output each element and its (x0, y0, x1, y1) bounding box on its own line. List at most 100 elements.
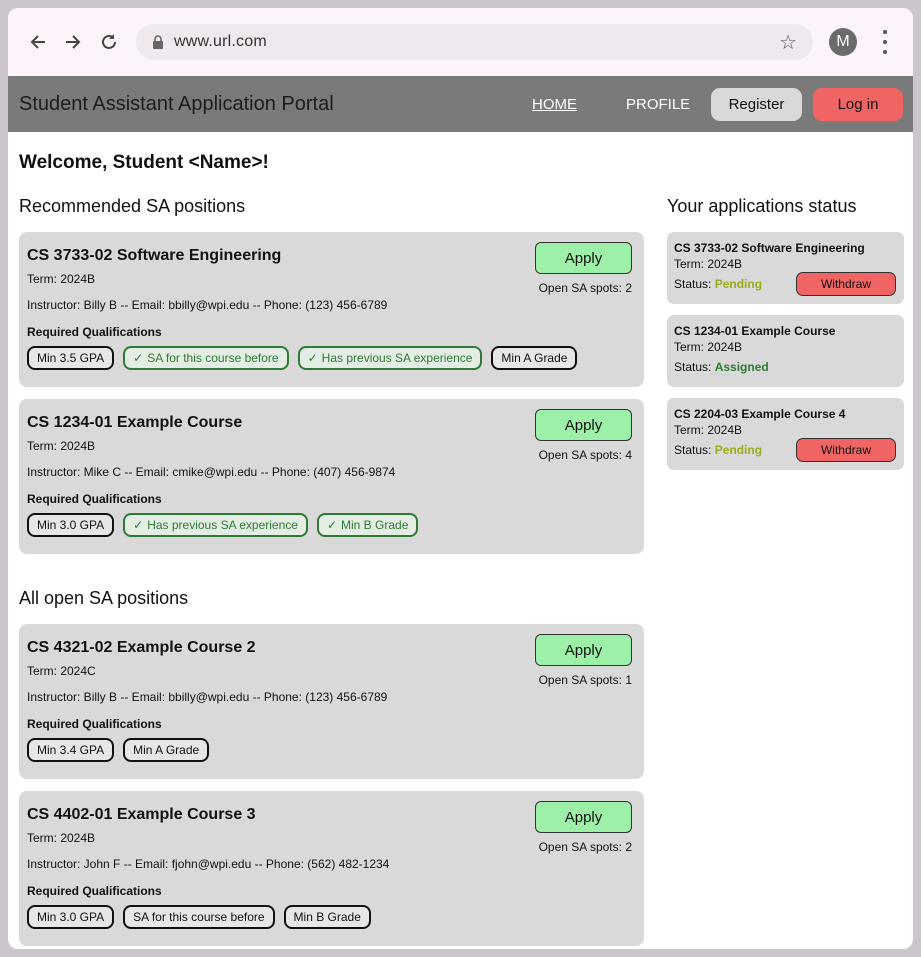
qualification-chip: SA for this course before (123, 905, 275, 929)
checkmark-icon: ✓ (133, 518, 144, 532)
instructor-contact: Instructor: Billy B -- Email: bbilly@wpi… (27, 690, 388, 704)
qualification-chip: Min B Grade (283, 905, 371, 929)
course-title: CS 4321-02 Example Course 2 (27, 639, 256, 656)
register-button[interactable]: Register (711, 88, 802, 121)
reload-icon[interactable] (97, 30, 121, 54)
qualification-text: Min B Grade (341, 518, 409, 532)
status-badge: Assigned (714, 360, 769, 374)
qualification-text: SA for this course before (133, 910, 265, 924)
course-term: Term: 2024B (27, 831, 96, 845)
qualification-text: Min 3.0 GPA (37, 518, 105, 532)
more-menu-icon[interactable] (882, 30, 888, 54)
status-course-title: CS 1234-01 Example Course (674, 324, 836, 338)
status-course-title: CS 2204-03 Example Course 4 (674, 407, 846, 421)
qualification-chip: Min A Grade (123, 738, 210, 762)
url-text: www.url.com (174, 33, 267, 50)
position-card: CS 4321-02 Example Course 2 Term: 2024C … (19, 624, 644, 779)
course-title: CS 4402-01 Example Course 3 (27, 806, 256, 823)
qualification-text: Min A Grade (501, 351, 568, 365)
lock-icon (152, 35, 164, 49)
status-badge: Pending (714, 277, 763, 291)
instructor-contact: Instructor: Mike C -- Email: cmike@wpi.e… (27, 465, 396, 479)
status-course-title: CS 3733-02 Software Engineering (674, 241, 865, 255)
qualification-text: Min B Grade (293, 910, 361, 924)
browser-toolbar: www.url.com ☆ M (8, 8, 913, 76)
login-button[interactable]: Log in (813, 88, 903, 121)
required-qualifications-label: Required Qualifications (27, 717, 162, 731)
status-line: Status: Assigned (674, 360, 769, 374)
status-label: Status: (674, 277, 712, 291)
qualification-text: Has previous SA experience (147, 518, 298, 532)
avatar[interactable]: M (829, 28, 857, 56)
qualification-chip: ✓ SA for this course before (123, 346, 289, 370)
withdraw-button[interactable]: Withdraw (796, 438, 896, 462)
qualification-text: Min A Grade (133, 743, 200, 757)
withdraw-button[interactable]: Withdraw (796, 272, 896, 296)
application-status-card: CS 3733-02 Software Engineering Term: 20… (667, 232, 904, 304)
apply-button[interactable]: Apply (535, 242, 632, 274)
qualification-text: Min 3.5 GPA (37, 351, 105, 365)
device-frame: www.url.com ☆ M Student Assistant Applic… (0, 0, 921, 957)
forward-arrow-icon[interactable] (61, 30, 85, 54)
status-line: Status: Pending (674, 277, 762, 291)
open-spots: Open SA spots: 2 (538, 281, 632, 295)
qualification-text: SA for this course before (147, 351, 279, 365)
position-card: CS 4402-01 Example Course 3 Term: 2024B … (19, 791, 644, 946)
course-title: CS 3733-02 Software Engineering (27, 247, 282, 264)
open-spots: Open SA spots: 4 (538, 448, 632, 462)
application-status-card: CS 1234-01 Example Course Term: 2024B St… (667, 315, 904, 387)
status-course-term: Term: 2024B (674, 340, 743, 354)
status-label: Status: (674, 360, 712, 374)
position-card: CS 1234-01 Example Course Term: 2024B In… (19, 399, 644, 554)
open-spots: Open SA spots: 2 (538, 840, 632, 854)
qualification-chip: Min 3.5 GPA (27, 346, 115, 370)
instructor-contact: Instructor: Billy B -- Email: bbilly@wpi… (27, 298, 388, 312)
main-content: Welcome, Student <Name>! Recommended SA … (8, 132, 913, 949)
course-title: CS 1234-01 Example Course (27, 414, 243, 431)
checkmark-icon: ✓ (307, 351, 318, 365)
site-header: Student Assistant Application Portal HOM… (8, 76, 913, 132)
bookmark-star-icon[interactable]: ☆ (779, 30, 797, 55)
apply-button[interactable]: Apply (535, 409, 632, 441)
qualification-list: Min 3.5 GPA ✓ SA for this course before ✓ Ha… (27, 346, 578, 370)
site-title: Student Assistant Application Portal (19, 93, 334, 115)
apply-button[interactable]: Apply (535, 634, 632, 666)
qualification-text: Min 3.4 GPA (37, 743, 105, 757)
all-open-heading: All open SA positions (19, 588, 189, 608)
checkmark-icon: ✓ (133, 351, 144, 365)
qualification-chip: ✓ Has previous SA experience (123, 513, 308, 537)
instructor-contact: Instructor: John F -- Email: fjohn@wpi.e… (27, 857, 390, 871)
required-qualifications-label: Required Qualifications (27, 884, 162, 898)
application-status-heading: Your applications status (667, 196, 857, 216)
address-bar[interactable]: www.url.com ☆ (136, 24, 813, 60)
recommended-heading: Recommended SA positions (19, 196, 246, 216)
status-label: Status: (674, 443, 712, 457)
apply-button[interactable]: Apply (535, 801, 632, 833)
open-spots: Open SA spots: 1 (538, 673, 632, 687)
qualification-list: Min 3.4 GPA Min A Grade (27, 738, 210, 762)
status-course-term: Term: 2024B (674, 257, 743, 271)
browser-window: www.url.com ☆ M Student Assistant Applic… (8, 8, 913, 949)
qualification-chip: ✓ Has previous SA experience (297, 346, 483, 370)
qualification-chip: Min A Grade (491, 346, 578, 370)
course-term: Term: 2024B (27, 439, 96, 453)
course-term: Term: 2024C (27, 664, 96, 678)
checkmark-icon: ✓ (326, 518, 338, 532)
qualification-list: Min 3.0 GPA SA for this course before Min … (27, 905, 371, 929)
position-card: CS 3733-02 Software Engineering Term: 20… (19, 232, 644, 387)
qualification-text: Has previous SA experience (321, 351, 473, 365)
status-badge: Pending (714, 443, 763, 457)
qualification-chip: Min 3.0 GPA (27, 905, 115, 929)
status-line: Status: Pending (674, 443, 762, 457)
back-arrow-icon[interactable] (26, 30, 50, 54)
qualification-chip: ✓ Min B Grade (316, 513, 419, 537)
qualification-chip: Min 3.0 GPA (27, 513, 115, 537)
nav-profile-link[interactable]: PROFILE (626, 96, 690, 113)
required-qualifications-label: Required Qualifications (27, 325, 162, 339)
course-term: Term: 2024B (27, 272, 96, 286)
status-course-term: Term: 2024B (674, 423, 743, 437)
nav-home-link[interactable]: HOME (532, 96, 577, 113)
qualification-text: Min 3.0 GPA (37, 910, 105, 924)
qualification-list: Min 3.0 GPA ✓ Has previous SA experience ✓ M… (27, 513, 419, 537)
required-qualifications-label: Required Qualifications (27, 492, 162, 506)
